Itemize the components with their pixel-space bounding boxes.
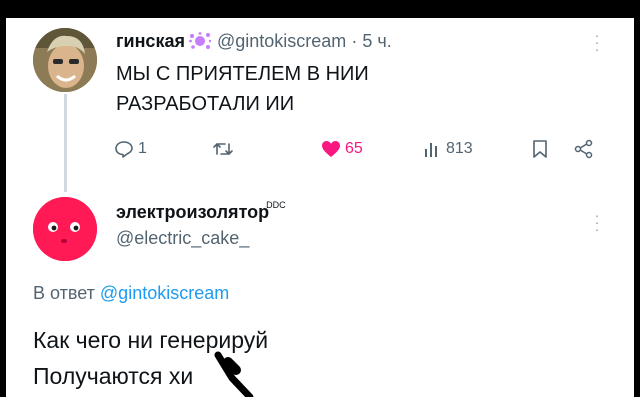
tweet-text-line: МЫ С ПРИЯТЕЛЕМ В НИИ <box>116 63 369 85</box>
reply-to-line: В ответ @gintokiscream <box>33 283 229 304</box>
reply-author-name-text: электроизолятор <box>116 202 270 222</box>
reply-text-fragment: Получаются х <box>33 363 181 389</box>
avatar[interactable] <box>33 197 97 261</box>
views-button[interactable]: 813 <box>424 136 473 162</box>
avatar-photo-icon <box>33 28 97 92</box>
top-border <box>0 0 640 18</box>
avatar[interactable] <box>33 28 97 92</box>
views-icon <box>425 143 437 157</box>
reply-text-line: Получаются хи <box>33 358 268 394</box>
timestamp[interactable]: 5 ч. <box>362 31 391 51</box>
reply-text: Как чего ни генерируй Получаются хи <box>33 322 268 394</box>
tweet-text-line: РАЗРАБОТАЛИ ИИ <box>116 93 295 115</box>
author-suffix: DDC <box>266 200 286 210</box>
tweet-actions: 1 65 813 <box>112 136 602 162</box>
reply-button[interactable]: 1 <box>114 136 147 162</box>
repost-button[interactable] <box>212 136 238 162</box>
like-count: 65 <box>345 140 363 157</box>
author-name[interactable]: гинская <box>116 31 185 51</box>
right-border <box>634 0 640 397</box>
more-options-icon[interactable]: · · · <box>594 208 600 236</box>
reply-text-fragment: и <box>180 363 194 389</box>
thread-line <box>64 94 67 192</box>
screenshot-frame: гинская @gintokiscream · 5 ч. · · · МЫ С ПР… <box>0 0 640 397</box>
heart-icon <box>322 141 340 157</box>
repost-icon <box>213 143 233 155</box>
reply-author-handle[interactable]: @electric_cake_ <box>116 228 249 249</box>
tweet-text: МЫ С ПРИЯТЕЛЕМ В НИИ РАЗРАБОТАЛИ ИИ <box>116 59 446 119</box>
more-options-icon[interactable]: · · · <box>594 28 600 56</box>
reply-author-name[interactable]: электроизоляторDDC <box>116 200 286 223</box>
views-count: 813 <box>446 140 473 157</box>
pink-blob-avatar-icon <box>33 197 97 261</box>
share-button[interactable] <box>574 136 594 162</box>
bookmark-icon <box>533 140 547 158</box>
splat-icon <box>189 32 212 55</box>
reply-prefix: В ответ <box>33 283 95 303</box>
tweet-header: гинская @gintokiscream · 5 ч. <box>116 30 392 55</box>
share-icon <box>574 139 593 159</box>
author-handle[interactable]: @gintokiscream <box>217 31 346 51</box>
reply-text-line: Как чего ни генерируй <box>33 327 269 353</box>
reply-icon <box>115 141 133 158</box>
reply-mention-link[interactable]: @gintokiscream <box>100 283 229 303</box>
bookmark-button[interactable] <box>532 136 548 162</box>
like-button[interactable]: 65 <box>321 136 363 162</box>
reply-count: 1 <box>138 140 147 157</box>
